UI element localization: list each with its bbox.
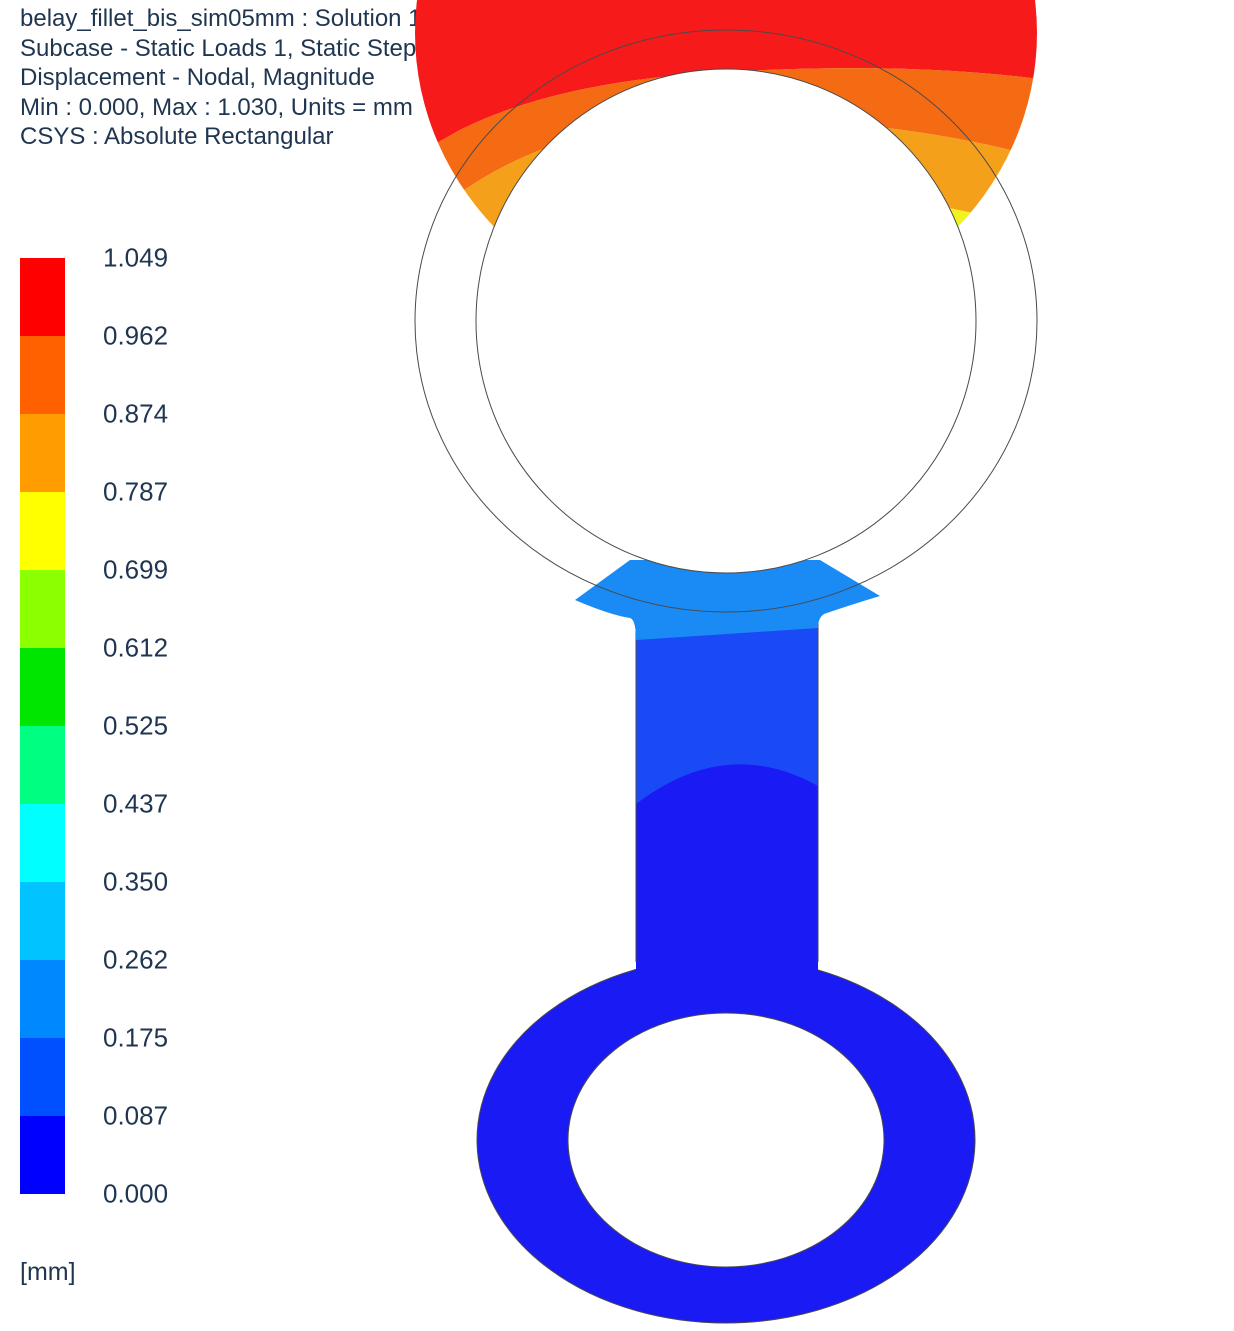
belay-part-contour	[414, 0, 1038, 1324]
bottom-ring	[476, 956, 976, 1324]
fea-model-viewport[interactable]	[0, 0, 1234, 1331]
top-ring-hole	[475, 68, 977, 574]
